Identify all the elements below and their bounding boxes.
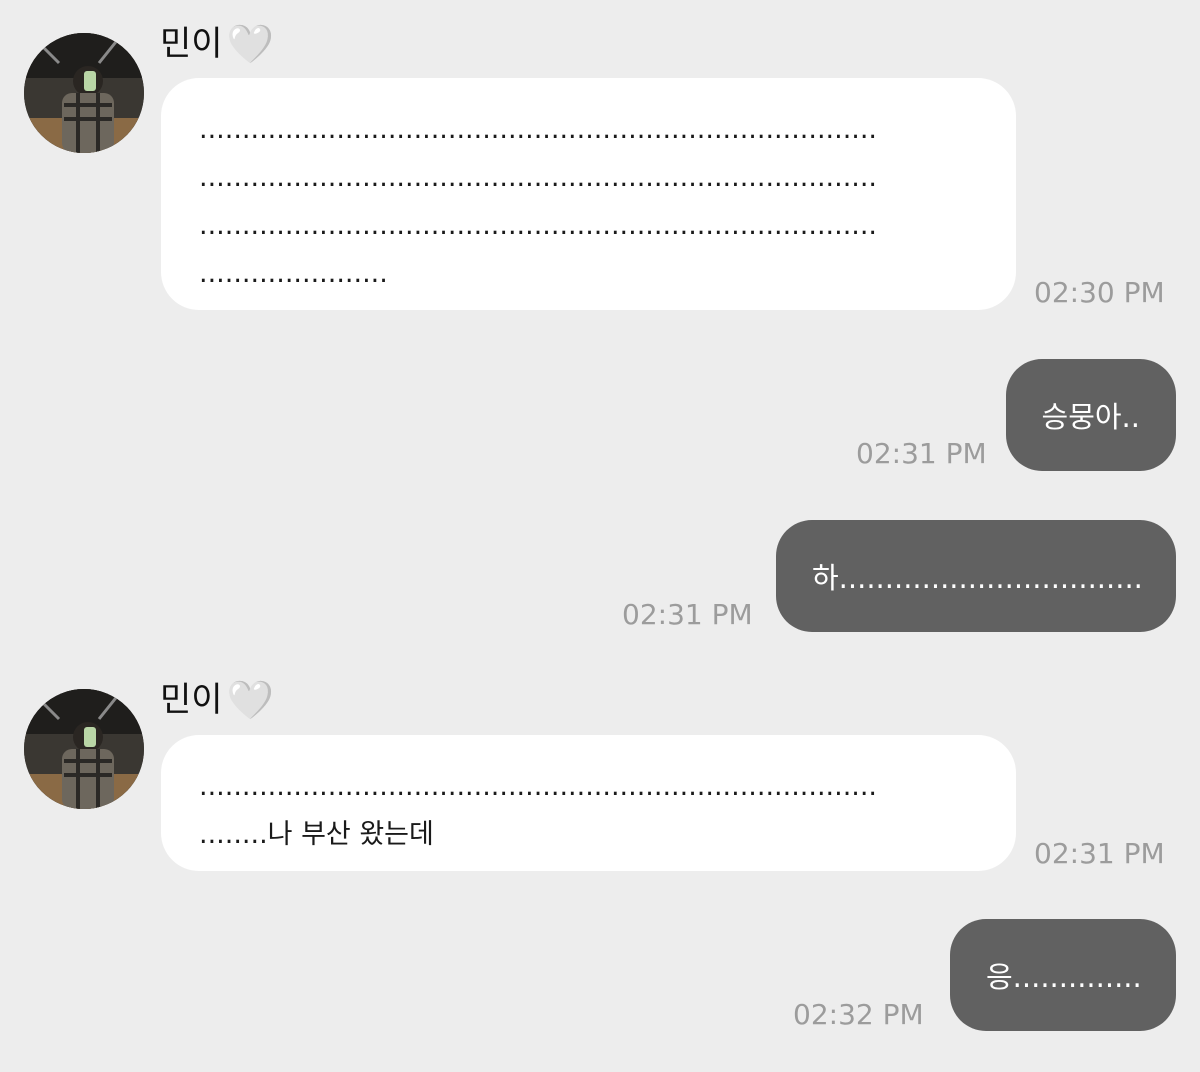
message-timestamp: 02:30 PM [1034, 276, 1165, 309]
sender-name: 민이 🤍 [160, 22, 274, 66]
heart-icon: 🤍 [226, 22, 274, 66]
outgoing-message-bubble[interactable]: 응.............. [950, 919, 1176, 1031]
incoming-message-bubble[interactable]: ........................................… [161, 78, 1016, 310]
avatar[interactable] [24, 689, 144, 809]
message-timestamp: 02:31 PM [622, 598, 753, 631]
incoming-message-bubble[interactable]: ........................................… [161, 735, 1016, 871]
message-timestamp: 02:31 PM [856, 437, 987, 470]
message-line: ........................................… [199, 162, 878, 193]
profile-photo-icon [24, 33, 144, 153]
message-line: ........나 부산 왔는데 [199, 819, 434, 850]
message-line: ........................................… [199, 210, 878, 241]
message-text: 승뭉아.. [1041, 400, 1140, 434]
heart-icon: 🤍 [226, 678, 274, 722]
outgoing-message-bubble[interactable]: 하................................. [776, 520, 1176, 632]
message-line: ........................................… [199, 114, 878, 145]
message-text: 응.............. [986, 960, 1142, 994]
sender-name: 민이 🤍 [160, 678, 274, 722]
message-timestamp: 02:32 PM [793, 998, 924, 1031]
message-line: ........................................… [199, 771, 878, 802]
profile-photo-icon [24, 689, 144, 809]
message-text: 하................................. [812, 561, 1143, 595]
sender-name-text: 민이 [160, 680, 223, 720]
message-timestamp: 02:31 PM [1034, 837, 1165, 870]
sender-name-text: 민이 [160, 24, 223, 64]
message-line: ...................... [199, 258, 388, 289]
avatar[interactable] [24, 33, 144, 153]
outgoing-message-bubble[interactable]: 승뭉아.. [1005, 359, 1176, 471]
